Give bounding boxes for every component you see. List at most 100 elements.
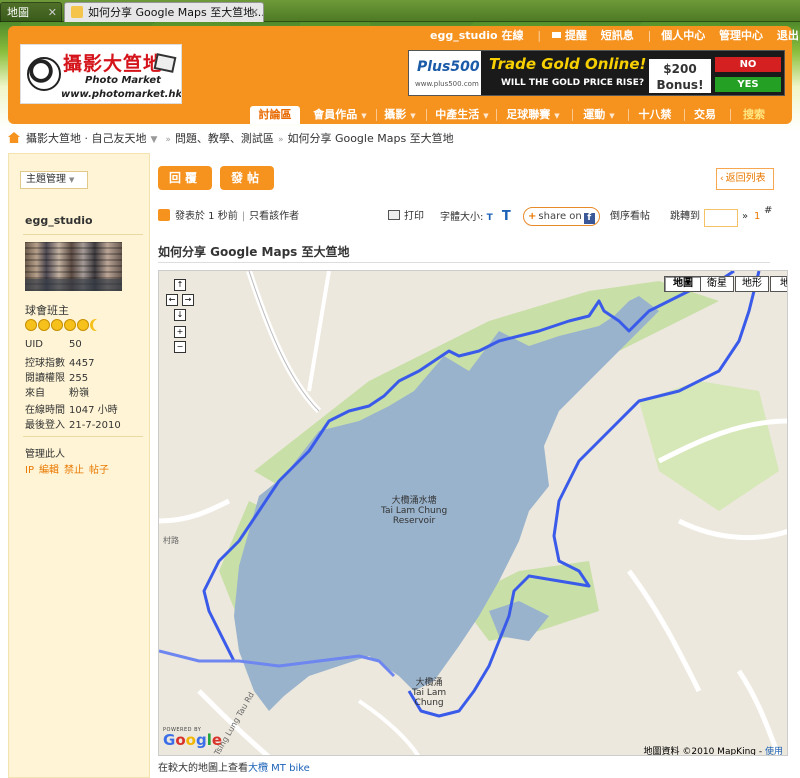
browser-tab-map[interactable]: 地圖 ✕ <box>0 2 62 22</box>
facebook-icon: f <box>583 213 595 224</box>
terms-link[interactable]: 使用 <box>765 747 783 755</box>
divider <box>628 109 629 121</box>
nav-adult[interactable]: 十八禁 <box>632 106 678 124</box>
divider <box>496 109 497 121</box>
map-canvas[interactable] <box>159 271 788 756</box>
favicon-icon <box>71 6 83 18</box>
ad-yes-button[interactable]: YES <box>715 77 781 92</box>
divider <box>376 109 377 121</box>
avatar[interactable] <box>25 242 122 291</box>
logout-link[interactable]: 退出 <box>777 29 799 42</box>
map-type-satellite[interactable]: 衛星 <box>700 276 734 292</box>
home-icon[interactable] <box>8 132 20 143</box>
pan-up-icon[interactable]: ↑ <box>174 279 186 291</box>
site-logo[interactable]: 攝影大笪地 Photo Market www.photomarket.hk <box>20 44 182 104</box>
view-larger-link[interactable]: 大欖 MT bike <box>248 763 310 774</box>
ad-brand: Plus500 www.plus500.com <box>409 51 481 95</box>
nav-middle-class-life[interactable]: 中產生活 ▼ <box>432 106 492 124</box>
share-on-facebook-button[interactable]: + share on f <box>523 207 600 226</box>
star-icon <box>38 319 50 331</box>
chevron-down-icon: ▼ <box>609 112 615 120</box>
breadcrumb-site[interactable]: 攝影大笪地 · 自己友天地 <box>26 132 147 145</box>
font-size-control: 字體大小: T T <box>440 209 511 224</box>
username-link[interactable]: egg_studio <box>430 29 498 42</box>
manage-edit-link[interactable]: 編輯 <box>39 465 59 476</box>
zoom-in-icon[interactable]: + <box>174 326 186 338</box>
logo-url: www.photomarket.hk <box>61 89 182 100</box>
view-larger-map: 在較大的地圖上查看大欖 MT bike <box>158 763 310 774</box>
post-floor-number: 1 <box>754 211 761 222</box>
rank-stars <box>25 319 101 331</box>
chevron-down-icon[interactable]: ▼ <box>151 135 158 145</box>
map-type-map[interactable]: 地圖 <box>664 276 702 292</box>
pan-right-icon[interactable]: → <box>182 294 194 306</box>
manage-ban-link[interactable]: 禁止 <box>64 465 84 476</box>
tab-label: 地圖 <box>7 6 29 19</box>
profile-link[interactable]: 個人中心 <box>661 29 705 42</box>
stat-points: 控球指數 4457 <box>25 358 95 369</box>
goto-label: 跳轉到 <box>670 211 700 222</box>
pan-left-icon[interactable]: ← <box>166 294 178 306</box>
browser-tab-post[interactable]: 如何分享 Google Maps 至大笪地... ✕ <box>64 2 264 22</box>
new-post-button[interactable]: 發帖 <box>220 166 274 190</box>
plus500-ad-banner[interactable]: Plus500 www.plus500.com Trade Gold Onlin… <box>408 50 785 96</box>
breadcrumb-current: 如何分享 Google Maps 至大笪地 <box>287 132 454 145</box>
nav-football-league[interactable]: 足球聯賽 ▼ <box>500 106 566 124</box>
goto-floor-input[interactable] <box>704 209 738 227</box>
divider: | <box>537 29 542 42</box>
reservoir-label: 大欖涌水塘 Tai Lam Chung Reservoir <box>381 496 448 526</box>
font-small-button[interactable]: T <box>487 213 493 223</box>
manage-links: IP 編輯 禁止 帖子 <box>25 461 114 476</box>
admin-link[interactable]: 管理中心 <box>719 29 763 42</box>
soccer-ball-icon <box>27 57 61 91</box>
breadcrumb-forum[interactable]: 問題、教學、測試區 <box>175 132 274 145</box>
close-icon[interactable]: ✕ <box>48 3 57 22</box>
mail-icon <box>550 31 562 39</box>
nav-trade[interactable]: 交易 <box>686 106 724 124</box>
reverse-order-link[interactable]: 倒序看帖 <box>610 207 650 227</box>
divider: | <box>647 29 652 42</box>
back-to-list-button[interactable]: ‹ 返回列表 <box>716 168 774 190</box>
chevron-left-icon: ‹ <box>720 174 724 184</box>
map-type-terrain[interactable]: 地形 <box>735 276 769 292</box>
embedded-google-map[interactable]: 地圖 衛星 地形 地 ↑ ← → ↓ + − 大欖涌水塘Tai Lam Chun… <box>158 270 788 756</box>
author-name[interactable]: egg_studio <box>25 214 93 227</box>
close-icon[interactable]: ✕ <box>250 3 259 22</box>
author-rank: 球會班主 <box>25 304 69 317</box>
road <box>626 569 702 693</box>
manage-ip-link[interactable]: IP <box>25 465 34 476</box>
star-icon <box>77 319 89 331</box>
ad-bonus: $200 Bonus! <box>649 59 711 93</box>
author-only-link[interactable]: 只看該作者 <box>249 211 299 222</box>
post-title: 如何分享 Google Maps 至大笪地 <box>158 245 350 259</box>
floor-mark: # <box>764 205 773 216</box>
manage-user-label: 管理此人 <box>25 449 65 460</box>
zoom-out-icon[interactable]: − <box>174 341 186 353</box>
messages-link[interactable]: 短訊息 <box>601 29 634 42</box>
manage-posts-link[interactable]: 帖子 <box>89 465 109 476</box>
tab-label: 如何分享 Google Maps 至大笪地... <box>88 6 264 19</box>
font-big-button[interactable]: T <box>502 209 511 224</box>
ad-no-button[interactable]: NO <box>715 57 781 72</box>
google-logo[interactable]: POWERED BY Google <box>163 727 222 748</box>
nav-search[interactable]: 搜索 <box>734 106 774 124</box>
user-icon <box>158 209 170 221</box>
goto-arrow[interactable]: » <box>742 207 748 227</box>
breadcrumb-separator: » <box>277 135 284 145</box>
nav-photography[interactable]: 攝影 ▼ <box>380 106 420 124</box>
nav-sports[interactable]: 運動 ▼ <box>576 106 622 124</box>
pan-down-icon[interactable]: ↓ <box>174 309 186 321</box>
plus-icon: + <box>528 211 537 222</box>
reminder-link[interactable]: 提醒 <box>550 29 587 42</box>
post-meta-bar: 發表於 1 秒前 | 只看該作者 打印 字體大小: T T + share on f 倒… <box>158 205 772 227</box>
nav-member-works[interactable]: 會員作品 ▼ <box>308 106 372 124</box>
stat-uid: UID 50 <box>25 339 82 350</box>
reply-button[interactable]: 回覆 <box>158 166 212 190</box>
map-type-more[interactable]: 地 <box>770 276 787 292</box>
print-link[interactable]: 打印 <box>388 207 424 227</box>
topic-manage-dropdown[interactable]: 主題管理 ▼ <box>20 171 88 189</box>
nav-forum[interactable]: 討論區 <box>250 106 300 124</box>
stat-read-permission: 閱讀權限 255 <box>25 373 89 384</box>
divider <box>730 109 731 121</box>
user-bar: egg_studio 在線 | 提醒 短訊息 | 個人中心 管理中心 退出 <box>430 27 800 43</box>
